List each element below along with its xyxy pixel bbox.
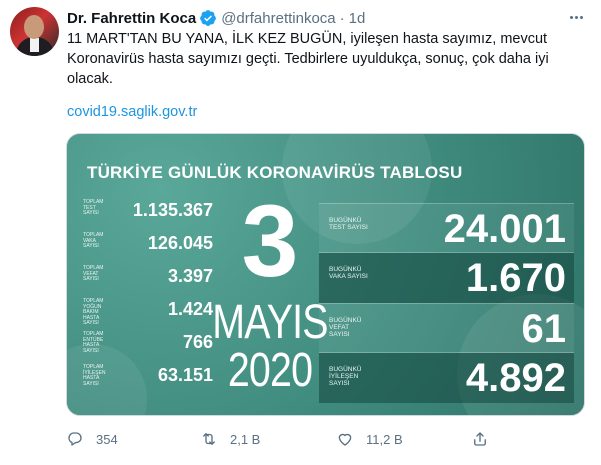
date-year: 2020	[227, 344, 313, 397]
tweet-actions: 354 2,1 B 11,2 B	[66, 428, 496, 450]
total-value: 1.135.367	[132, 200, 213, 220]
total-value: 63.151	[157, 365, 213, 385]
daily-label: BUGÜNKÜ İYİLEŞEN SAYISI	[329, 366, 362, 387]
total-value: 126.045	[147, 233, 213, 253]
like-count: 11,2 B	[366, 431, 403, 447]
daily-value: 1.670	[465, 256, 566, 300]
total-label: TOPLAM İYİLEŞEN HASTA SAYISI	[83, 364, 106, 387]
separator-dot: ·	[339, 9, 345, 27]
total-label: TOPLAM VAKA SAYISI	[83, 232, 104, 249]
total-row: TOPLAM TEST SAYISI 1.135.367	[83, 199, 213, 226]
daily-row: BUGÜNKÜ VAKA SAYISI 1.670	[319, 253, 574, 303]
more-options-icon[interactable]	[565, 8, 587, 26]
total-row: TOPLAM ENTÜBE HASTA SAYISI 766	[83, 331, 213, 358]
author-handle[interactable]: @drfahrettinkoca	[221, 10, 335, 27]
total-value: 3.397	[167, 266, 213, 286]
tweet-text: 11 MART'TAN BU YANA, İLK KEZ BUGÜN, iyil…	[67, 31, 549, 87]
retweet-count: 2,1 B	[230, 431, 261, 447]
total-row: TOPLAM VEFAT SAYISI 3.397	[83, 265, 213, 292]
daily-label: BUGÜNKÜ VAKA SAYISI	[329, 266, 368, 280]
daily-row: BUGÜNKÜ TEST SAYISI 24.001	[319, 203, 574, 253]
tweet-time[interactable]: 1d	[349, 10, 366, 27]
image-title: TÜRKİYE GÜNLÜK KORONAVİRÜS TABLOSU	[87, 163, 463, 182]
avatar-shirt	[30, 38, 39, 52]
total-label: TOPLAM VEFAT SAYISI	[83, 265, 104, 282]
avatar-face	[24, 15, 44, 39]
tweet-image[interactable]: TÜRKİYE GÜNLÜK KORONAVİRÜS TABLOSU TOPLA…	[66, 133, 585, 416]
tweet[interactable]: Dr. Fahrettin Koca @drfahrettinkoca · 1d…	[0, 0, 601, 465]
author-name[interactable]: Dr. Fahrettin Koca	[67, 10, 196, 27]
retweet-button[interactable]: 2,1 B	[200, 428, 260, 450]
verified-badge-icon	[200, 10, 217, 26]
total-label: TOPLAM ENTÜBE HASTA SAYISI	[83, 331, 104, 354]
share-icon	[474, 432, 486, 446]
tweet-link[interactable]: covid19.saglik.gov.tr	[67, 104, 197, 120]
reply-button[interactable]: 354	[66, 428, 118, 450]
reply-count: 354	[96, 431, 118, 447]
avatar[interactable]	[10, 7, 59, 56]
reply-icon	[68, 432, 82, 446]
date-day: 3	[241, 184, 299, 298]
daily-row: BUGÜNKÜ VEFAT SAYISI 61	[319, 303, 574, 353]
date-month: MAYIS	[212, 296, 328, 349]
daily-label: BUGÜNKÜ TEST SAYISI	[329, 217, 368, 231]
total-value: 1.424	[167, 299, 213, 319]
tweet-header: Dr. Fahrettin Koca @drfahrettinkoca · 1d	[67, 8, 365, 28]
total-label: TOPLAM YOĞUN BAKIM HASTA SAYISI	[83, 298, 104, 326]
heart-icon	[338, 433, 352, 446]
daily-label: BUGÜNKÜ VEFAT SAYISI	[329, 317, 362, 338]
total-row: TOPLAM İYİLEŞEN HASTA SAYISI 63.151	[83, 364, 213, 391]
total-row: TOPLAM YOĞUN BAKIM HASTA SAYISI 1.424	[83, 298, 213, 326]
daily-value: 4.892	[465, 356, 566, 400]
daily-row: BUGÜNKÜ İYİLEŞEN SAYISI 4.892	[319, 353, 574, 403]
total-label: TOPLAM TEST SAYISI	[83, 199, 104, 216]
daily-value: 61	[521, 307, 567, 351]
daily-value: 24.001	[443, 207, 566, 251]
total-row: TOPLAM VAKA SAYISI 126.045	[83, 232, 213, 259]
like-button[interactable]: 11,2 B	[336, 428, 403, 450]
share-button[interactable]	[471, 428, 489, 450]
retweet-icon	[203, 433, 215, 445]
